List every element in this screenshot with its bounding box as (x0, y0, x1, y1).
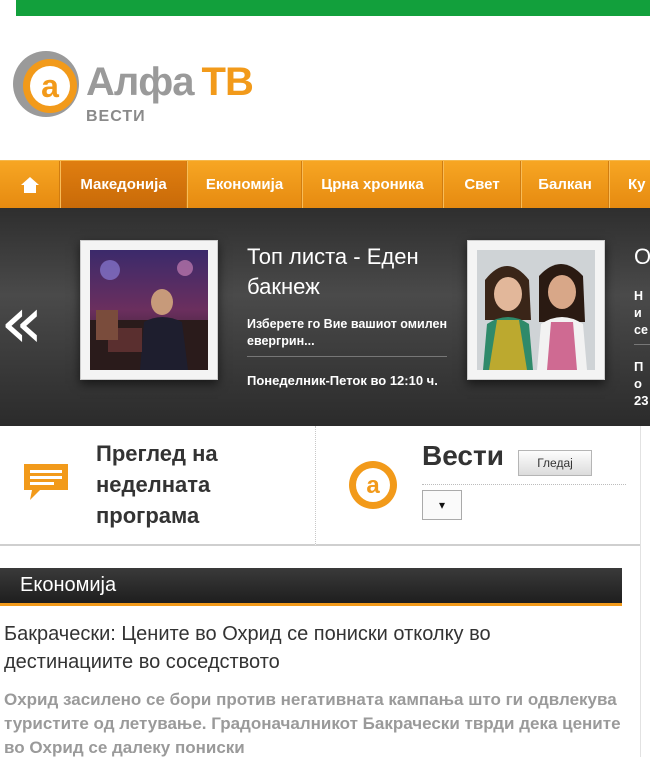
logo-subtitle: ВЕСТИ (86, 108, 146, 125)
nav-item-ekonomija[interactable]: Економија (187, 161, 302, 208)
alfa-logo-icon: a (349, 461, 397, 509)
featured-slider: ‹‹ Топ листа - Еден бакнеж Изберете го В… (0, 208, 650, 426)
program-title[interactable]: Преглед на неделната програма (96, 438, 296, 531)
slide-title[interactable]: О (634, 242, 650, 272)
nav-item-crna-hronika[interactable]: Црна хроника (302, 161, 443, 208)
site-logo[interactable]: a Алфа ТВ ВЕСТИ (10, 48, 270, 128)
svg-text:a: a (366, 472, 380, 499)
main-navigation: Македонија Економија Црна хроника Свет Б… (0, 160, 650, 208)
news-title: Вести (422, 440, 504, 471)
slide-divider (634, 344, 650, 345)
nav-item-kultura[interactable]: Ку (609, 161, 650, 208)
logo-icon: a (13, 51, 79, 117)
slide-time: По 23 (634, 359, 649, 408)
slide-description: Изберете го Вие вашиот омилен евергрин..… (247, 317, 447, 348)
slide-description: Ни се (634, 289, 648, 337)
nav-item-svet[interactable]: Свет (443, 161, 521, 208)
slide-title[interactable]: Топ листа - Еден бакнеж (247, 242, 447, 302)
top-color-bar (16, 0, 650, 16)
section-title[interactable]: Економија (20, 574, 116, 597)
home-icon (20, 177, 39, 193)
article-lead: Охрид засилено се бори против негативнат… (4, 690, 621, 757)
news-box: a Вести Гледај ▾ (316, 426, 650, 546)
nav-item-makedonija[interactable]: Македонија (60, 161, 187, 208)
slide-time: Понеделник-Петок во 12:10 ч. (247, 373, 438, 388)
slide-thumbnail[interactable] (467, 240, 605, 380)
logo-name: Алфа ТВ (86, 60, 254, 104)
nav-item-balkan[interactable]: Балкан (521, 161, 609, 208)
message-icon (24, 464, 68, 500)
program-box[interactable]: Преглед на неделната програма (0, 426, 316, 546)
news-select[interactable]: ▾ (422, 490, 462, 520)
watch-button[interactable]: Гледај (518, 450, 592, 476)
section-header: Економија (0, 568, 622, 606)
concert-photo (90, 250, 208, 370)
right-column-edge (640, 426, 650, 757)
slide-divider (247, 356, 447, 357)
nav-home[interactable] (0, 161, 60, 208)
svg-text:a: a (41, 68, 59, 104)
actresses-photo (477, 250, 595, 370)
divider (422, 484, 626, 485)
double-chevron-left-icon[interactable]: ‹‹ (0, 286, 43, 358)
article-headline[interactable]: Бакрачески: Цените во Охрид се пониски о… (4, 620, 624, 676)
slide-thumbnail[interactable] (80, 240, 218, 380)
